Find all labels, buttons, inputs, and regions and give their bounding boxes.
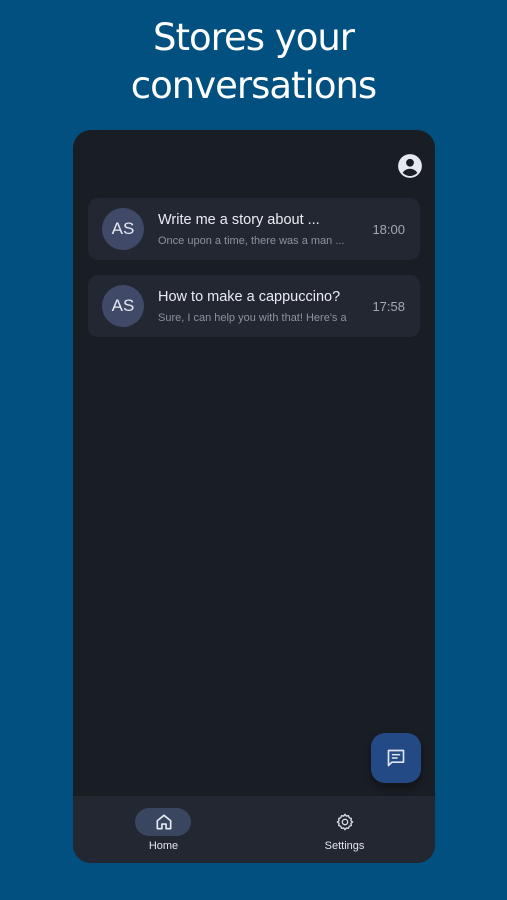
nav-home-label: Home xyxy=(148,840,179,852)
conversation-item[interactable]: AS Write me a story about ... Once upon … xyxy=(88,198,420,260)
nav-home[interactable]: Home xyxy=(73,796,254,863)
conversation-preview: Once upon a time, there was a man ... xyxy=(158,235,345,247)
conversation-time: 17:58 xyxy=(372,299,405,314)
profile-button[interactable] xyxy=(397,153,423,179)
bottom-navigation: Home Settings xyxy=(73,796,435,863)
gear-icon xyxy=(336,813,354,831)
promo-headline: Stores your conversations xyxy=(0,14,507,110)
nav-settings-label: Settings xyxy=(324,840,365,852)
conversation-title: Write me a story about ... xyxy=(158,212,320,228)
headline-line-2: conversations xyxy=(130,64,377,107)
avatar: AS xyxy=(102,208,144,250)
conversation-title: How to make a cappuccino? xyxy=(158,289,341,305)
conversation-time: 18:00 xyxy=(372,222,405,237)
app-screen: AS Write me a story about ... Once upon … xyxy=(73,130,435,863)
account-circle-icon xyxy=(398,154,422,178)
new-chat-icon xyxy=(387,749,405,767)
nav-settings[interactable]: Settings xyxy=(254,796,435,863)
avatar: AS xyxy=(102,285,144,327)
home-icon xyxy=(156,814,172,830)
conversation-item[interactable]: AS How to make a cappuccino? Sure, I can… xyxy=(88,275,420,337)
conversation-preview: Sure, I can help you with that! Here's a… xyxy=(158,312,348,324)
new-chat-button[interactable] xyxy=(371,733,421,783)
headline-line-1: Stores your xyxy=(152,16,355,59)
